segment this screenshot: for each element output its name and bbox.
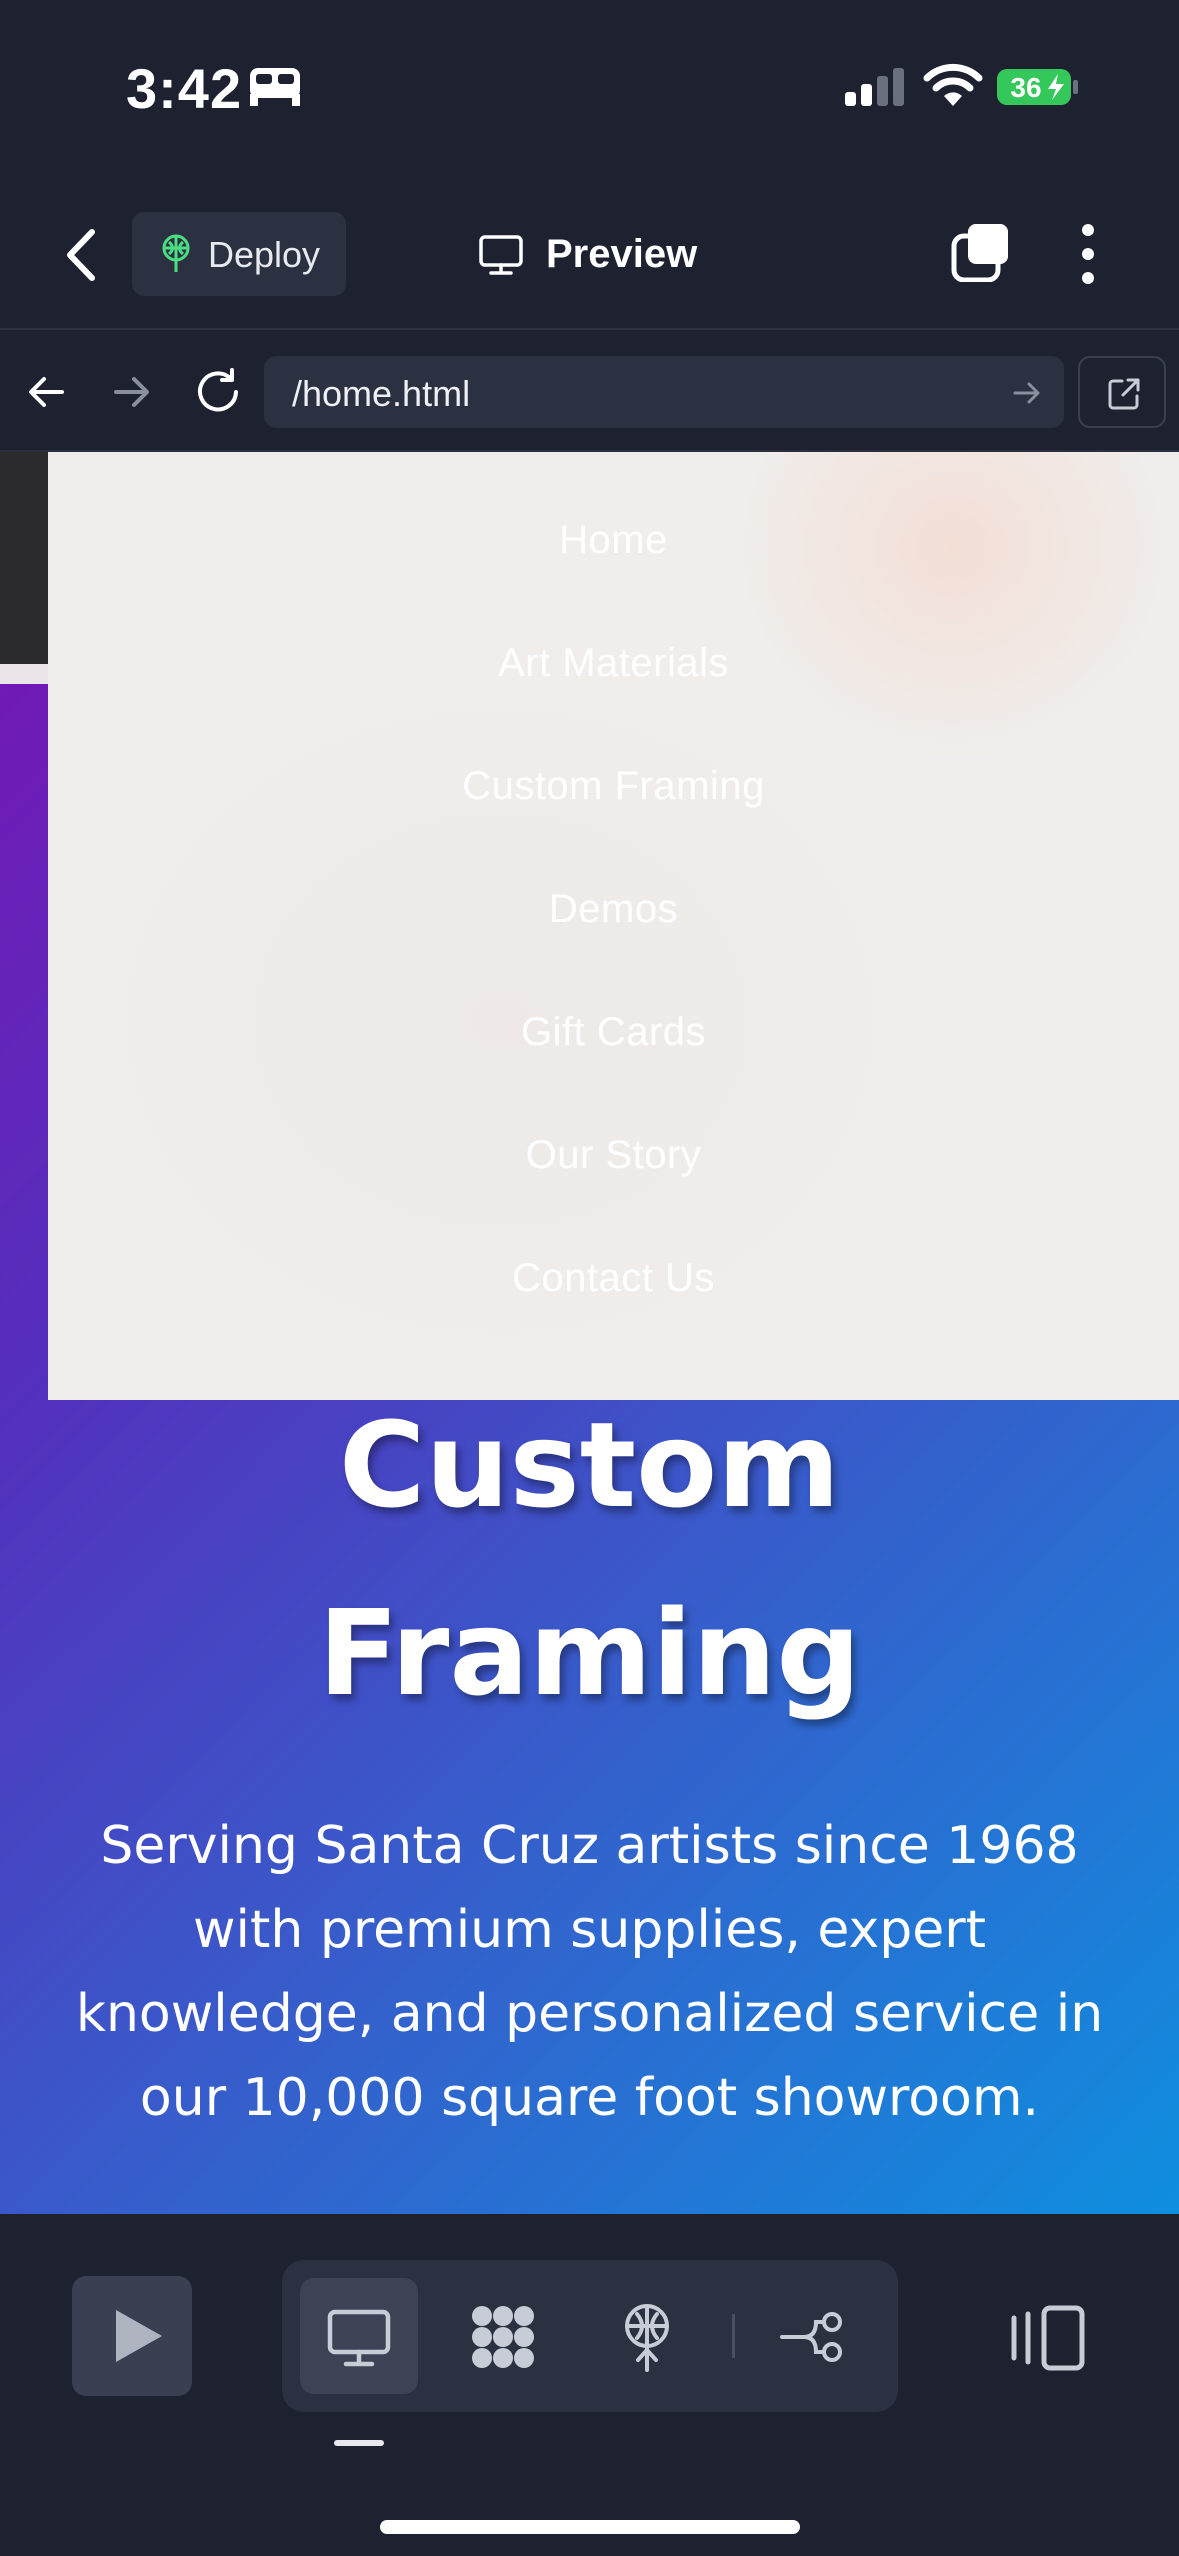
status-time: 3:42 [126, 57, 243, 120]
status-bar: 3:42 36 [0, 0, 1179, 170]
hero-title-line2: Framing [318, 1584, 861, 1722]
url-field[interactable]: /home.html [264, 356, 1064, 428]
sidebar-icon[interactable] [1008, 2304, 1088, 2372]
menu-item-art-materials[interactable]: Art Materials [48, 641, 1179, 686]
reload-icon[interactable] [192, 366, 244, 418]
view-git-button[interactable] [754, 2278, 872, 2394]
bottom-toolbar [0, 2214, 1179, 2556]
monitor-icon [479, 235, 523, 275]
grid-icon [472, 2306, 534, 2368]
battery-level: 36 [1010, 72, 1041, 103]
url-text: /home.html [292, 373, 471, 414]
nav-menu-overlay: Home Art Materials Custom Framing Demos … [48, 452, 1179, 1400]
deploy-label: Deploy [208, 234, 321, 275]
run-button[interactable] [72, 2276, 192, 2396]
tabs-icon[interactable] [950, 222, 1012, 282]
branch-icon [780, 2312, 842, 2362]
menu-item-custom-framing[interactable]: Custom Framing [48, 764, 1179, 809]
play-icon [116, 2310, 162, 2362]
view-deploy-button[interactable] [588, 2278, 706, 2394]
open-external-button[interactable] [1078, 356, 1166, 428]
arrow-right-icon[interactable] [108, 368, 156, 416]
battery-icon: 36 [997, 69, 1078, 105]
more-icon[interactable] [1070, 222, 1106, 286]
preview-label: Preview [546, 232, 698, 276]
home-indicator[interactable] [380, 2520, 800, 2534]
web-preview: Custom Framing Serving Santa Cruz artist… [0, 452, 1179, 2214]
segment-divider [732, 2314, 735, 2358]
arrow-left-icon[interactable] [22, 368, 70, 416]
globe-icon [625, 2304, 669, 2372]
menu-item-gift-cards[interactable]: Gift Cards [48, 1010, 1179, 1055]
deploy-button[interactable]: Deploy [132, 212, 346, 296]
back-icon[interactable] [60, 228, 104, 282]
menu-item-our-story[interactable]: Our Story [48, 1133, 1179, 1178]
bed-icon [250, 68, 300, 106]
hero-title-line1: Custom [338, 1396, 841, 1534]
signal-icon [845, 68, 904, 106]
menu-item-contact-us[interactable]: Contact Us [48, 1256, 1179, 1301]
view-code-button[interactable] [444, 2278, 562, 2394]
wifi-icon [923, 63, 983, 106]
external-link-icon [1108, 378, 1140, 410]
app-header: Deploy Preview [0, 170, 1179, 330]
browser-bar: /home.html [0, 332, 1179, 452]
deploy-icon [162, 234, 190, 272]
view-preview-button[interactable] [300, 2278, 418, 2394]
active-tab-indicator [334, 2440, 384, 2446]
hero-subtitle: Serving Santa Cruz artists since 1968 wi… [75, 1816, 1104, 2128]
menu-item-home[interactable]: Home [48, 518, 1179, 563]
go-arrow-icon[interactable] [1012, 378, 1042, 408]
monitor-icon [327, 2309, 391, 2367]
view-switcher [282, 2260, 898, 2412]
menu-item-demos[interactable]: Demos [48, 887, 1179, 932]
